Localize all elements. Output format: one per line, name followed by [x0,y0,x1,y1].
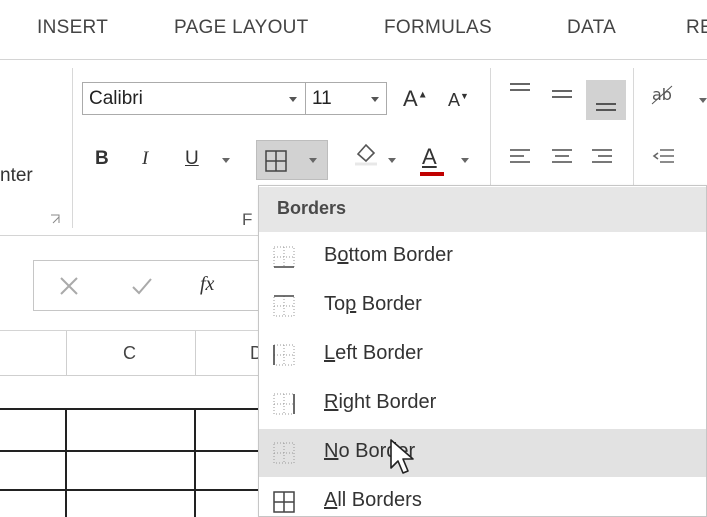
right-border-icon [273,393,295,415]
menu-item-right-border[interactable]: Right Border [259,380,706,428]
menu-item-bottom-border[interactable]: Bottom Border [259,233,706,281]
menu-item-all-borders[interactable]: All Borders [259,478,706,517]
menu-header-label: Borders [277,198,347,218]
font-color-bar [420,172,444,176]
italic-button[interactable]: I [142,148,148,170]
insert-function-button[interactable]: fx [200,273,214,296]
underline-button[interactable]: U [185,148,199,170]
menu-item-left-border[interactable]: Left Border [259,331,706,379]
middle-align-icon[interactable] [550,86,574,104]
menu-header: Borders [259,187,706,232]
tab-review-cut[interactable]: RE [686,17,707,39]
borders-button[interactable] [256,140,328,180]
merge-center-label[interactable]: nter [0,165,33,187]
cell-border [65,408,67,517]
bottom-align-icon [596,103,616,111]
chevron-down-icon [388,158,396,163]
cell-border [0,408,280,410]
bottom-border-icon [273,246,295,268]
font-color-button[interactable]: A [422,144,437,170]
chevron-down-icon [461,158,469,163]
grow-font-button[interactable]: A▲ [403,86,428,112]
orientation-icon[interactable]: ab [650,82,690,106]
mouse-cursor-icon [390,439,414,474]
align-left-icon[interactable] [508,148,532,166]
chevron-down-icon [222,158,230,163]
font-size-value: 11 [312,88,332,109]
chevron-down-icon [289,97,297,102]
no-border-icon [273,442,295,464]
column-header-c[interactable]: C [123,343,136,364]
bottom-border-label-b: ttom Border [348,244,453,266]
grow-font-glyph: A [403,86,418,111]
fill-color-icon[interactable] [352,140,380,166]
top-border-icon [273,295,295,317]
font-name-value: Calibri [89,88,143,109]
font-name-combo[interactable]: Calibri [82,82,306,115]
top-align-icon[interactable] [508,82,532,100]
cell-border [194,408,196,517]
chevron-down-icon [309,158,317,163]
right-border-accelerator: R [324,391,339,413]
enter-check-icon[interactable] [130,275,154,297]
dialog-launcher-icon[interactable] [50,214,62,226]
bottom-border-label-a: B [324,244,338,266]
group-divider [72,68,73,228]
menu-item-no-border[interactable]: No Border [259,429,706,477]
align-right-icon[interactable] [590,148,614,166]
borders-dropdown-menu: Borders Bottom Border Top Border Left Bo… [258,185,707,517]
no-border-accelerator: N [324,440,339,462]
left-border-icon [273,344,295,366]
all-borders-accelerator: A [324,489,338,511]
top-border-label-a: To [324,293,346,315]
all-borders-icon [265,150,287,172]
top-border-label-b: Border [356,293,422,315]
tab-formulas[interactable]: FORMULAS [384,17,492,39]
right-border-label-b: ight Border [338,391,437,413]
column-divider [195,331,196,375]
align-center-icon[interactable] [550,148,574,166]
shrink-font-glyph: A [448,90,461,110]
top-border-accelerator: p [345,293,357,315]
cancel-icon[interactable] [58,275,80,297]
tab-page-layout[interactable]: PAGE LAYOUT [174,17,309,39]
bottom-align-button[interactable] [586,80,626,120]
chevron-down-icon [371,97,379,102]
font-group-label: F [242,210,253,229]
bold-button[interactable]: B [95,148,109,170]
left-border-label-b: eft Border [335,342,423,364]
decrease-indent-icon[interactable] [652,148,692,166]
chevron-down-icon [699,98,707,103]
tab-insert[interactable]: INSERT [37,17,108,39]
left-border-accelerator: L [324,342,336,364]
all-borders-icon [273,491,295,513]
cell-border [0,450,280,452]
ribbon-tab-bar: INSERT PAGE LAYOUT FORMULAS DATA RE [0,0,707,60]
bottom-border-accelerator: o [337,244,349,266]
all-borders-label-b: ll Borders [337,489,422,511]
formula-bar-controls: fx [33,260,265,311]
tab-data[interactable]: DATA [567,17,616,39]
cell-border [0,489,280,491]
font-size-combo[interactable]: 11 [305,82,387,115]
menu-item-top-border[interactable]: Top Border [259,282,706,330]
shrink-font-button[interactable]: A▼ [448,90,469,111]
column-divider [66,331,67,375]
